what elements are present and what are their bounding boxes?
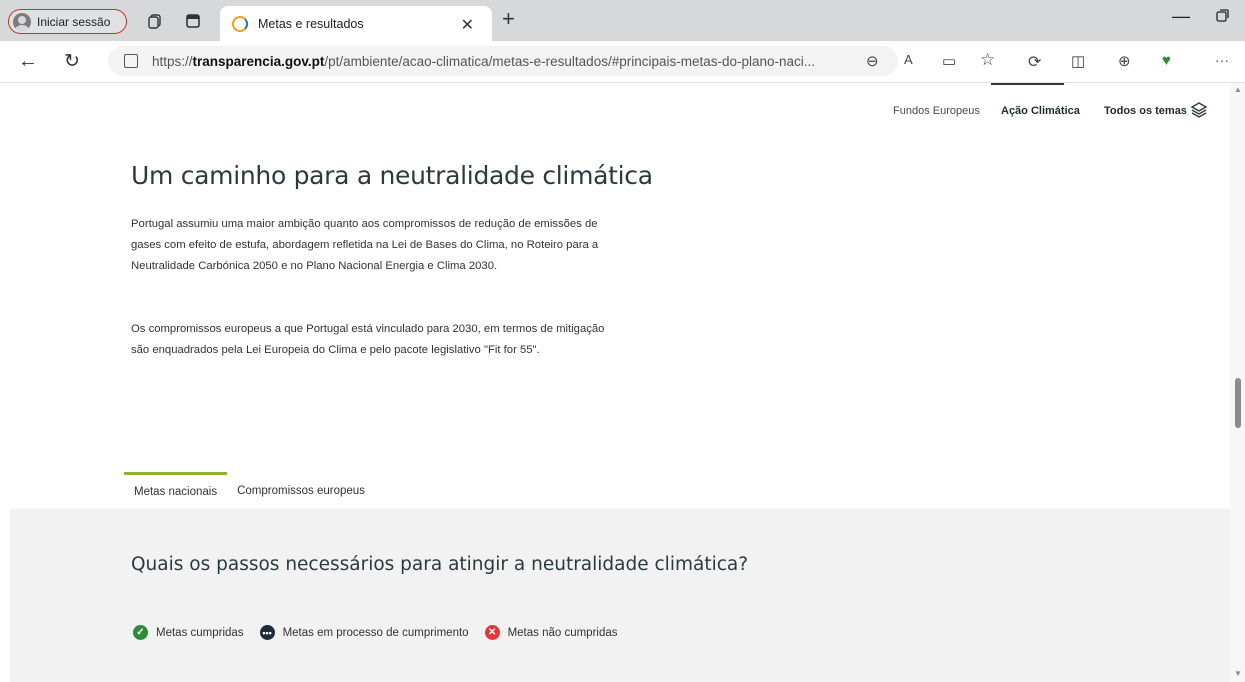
status-legend: ✓ Metas cumpridas ••• Metas em processo … <box>133 625 634 640</box>
minimize-icon[interactable]: — <box>1172 6 1190 27</box>
close-tab-icon[interactable]: ✕ <box>461 15 474 35</box>
page-info-icon[interactable] <box>124 54 138 68</box>
tab-compromissos-europeus[interactable]: Compromissos europeus <box>227 472 375 509</box>
goals-tabs: Metas nacionais Compromissos europeus <box>124 472 375 509</box>
refresh-icon[interactable]: ↻ <box>64 50 80 73</box>
favorite-icon[interactable]: ☆ <box>980 50 995 70</box>
scroll-thumb[interactable] <box>1235 378 1241 428</box>
split-screen-icon[interactable]: ◫ <box>1071 52 1085 70</box>
zoom-icon[interactable]: ⊖ <box>866 52 879 70</box>
browser-tab-bar: Iniciar sessão Metas e resultados ✕ + — <box>0 0 1245 41</box>
site-header: Fundos Europeus Ação Climática Todos os … <box>0 83 1230 141</box>
url-text: https://transparencia.gov.pt/pt/ambiente… <box>152 53 816 69</box>
nav-todos-os-temas[interactable]: Todos os temas <box>1104 105 1187 117</box>
legend-item-nao-cumpridas: ✕ Metas não cumpridas <box>484 625 618 640</box>
page-title: Um caminho para a neutralidade climática <box>131 161 653 190</box>
legend-label: Metas em processo de cumprimento <box>282 626 469 639</box>
legend-label: Metas cumpridas <box>156 626 244 639</box>
intro-paragraph: Portugal assumiu uma maior ambição quant… <box>131 218 599 272</box>
collections-icon[interactable]: ⊕ <box>1118 52 1131 70</box>
layers-icon[interactable] <box>1190 101 1208 119</box>
x-icon: ✕ <box>484 625 500 640</box>
check-icon: ✓ <box>133 625 148 640</box>
profile-label: Iniciar sessão <box>37 14 111 29</box>
avatar-icon <box>13 12 31 31</box>
page-scrollbar[interactable]: ▲ ▼ <box>1230 83 1245 682</box>
address-bar-row: ← ↻ https://transparencia.gov.pt/pt/ambi… <box>0 41 1245 83</box>
immersive-reader-icon[interactable]: ▭ <box>942 52 956 70</box>
tab-metas-nacionais[interactable]: Metas nacionais <box>124 472 228 509</box>
back-icon[interactable]: ← <box>18 50 38 73</box>
loading-icon <box>232 15 248 32</box>
more-options-icon[interactable]: ··· <box>1215 52 1229 68</box>
section-question: Quais os passos necessários para atingir… <box>131 554 749 575</box>
read-aloud-icon[interactable]: A <box>904 52 913 67</box>
tab-title: Metas e resultados <box>258 16 364 31</box>
workspaces-icon[interactable] <box>146 12 164 30</box>
legend-item-cumpridas: ✓ Metas cumpridas <box>133 625 244 640</box>
new-tab-icon[interactable]: + <box>502 6 515 32</box>
scroll-up-icon[interactable]: ▲ <box>1234 85 1242 94</box>
ellipsis-icon: ••• <box>259 625 275 640</box>
legend-item-em-processo: ••• Metas em processo de cumprimento <box>259 625 469 640</box>
scroll-down-icon[interactable]: ▼ <box>1234 669 1242 678</box>
tab-actions-icon[interactable] <box>184 12 202 30</box>
profile-button[interactable]: Iniciar sessão <box>8 9 127 34</box>
extensions-icon[interactable]: ⟳ <box>1028 52 1041 72</box>
restore-icon[interactable] <box>1216 9 1229 25</box>
active-tab[interactable]: Metas e resultados ✕ <box>220 6 492 41</box>
browser-essentials-icon[interactable]: ♥ <box>1162 52 1171 69</box>
nav-active-indicator <box>991 83 1064 85</box>
commitments-paragraph: Os compromissos europeus a que Portugal … <box>131 323 605 356</box>
nav-fundos-europeus[interactable]: Fundos Europeus <box>893 105 980 117</box>
legend-label: Metas não cumpridas <box>507 626 618 639</box>
nav-acao-climatica[interactable]: Ação Climática <box>1001 105 1080 117</box>
main-content: Um caminho para a neutralidade climática… <box>0 141 1230 682</box>
url-field[interactable]: https://transparencia.gov.pt/pt/ambiente… <box>108 46 898 76</box>
goals-panel: Quais os passos necessários para atingir… <box>10 509 1230 682</box>
